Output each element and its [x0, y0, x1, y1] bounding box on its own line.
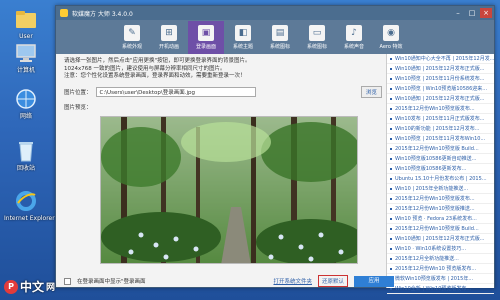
news-item[interactable]: Win10通知 | 2015年12月发布正式版... [387, 64, 494, 74]
desktop-icon-label: 网络 [19, 113, 32, 120]
apply-button[interactable]: 应用 [354, 275, 394, 287]
tab-login-screen[interactable]: ▣ 登录画面 [188, 21, 224, 54]
window-title: 软媒魔方 大师 3.4.0.0 [72, 10, 133, 18]
folder-icon: ▤ [272, 25, 288, 41]
computer-icon [12, 40, 40, 66]
watermark-text-2: 网 [46, 283, 56, 293]
news-item[interactable]: 2015年12月份Win10预览版推送... [387, 204, 494, 214]
instructions: 请选择一张图片，然后点击"应用更换"按钮，即可更换登录界面的背景图片。 1024… [64, 58, 382, 81]
image-path-label: 图片位置： [64, 89, 92, 96]
news-item[interactable]: Win10通知 | 2015年12月发布正式版... [387, 94, 494, 104]
news-item[interactable]: Win10预览 | 2015年11月发布Win10... [387, 134, 494, 144]
bottom-bar: 在登录画面中显示"登录画面 打开系统文件夹 还原默认 应用 [64, 274, 394, 288]
desktop-icon-label: 回收站 [16, 165, 35, 172]
instruction-line: 1024x768 一致的图片，建议使用与屏幕分辨率相同尺寸的图片。 [64, 65, 226, 72]
news-item[interactable]: Win10预览 | 2015年11月份系统发布... [387, 74, 494, 84]
news-item[interactable]: 2015年12月份Win10预览版 Build... [387, 144, 494, 154]
news-item[interactable]: 2015年12月份Win10预览版发布... [387, 104, 494, 114]
minimize-button[interactable]: – [452, 8, 464, 18]
restore-default-button[interactable]: 还原默认 [317, 275, 348, 287]
tab-system-icons[interactable]: ▤ 系统图标 [262, 21, 298, 54]
news-item[interactable]: Win10通知中心大全不再 | 2015年12月发... [387, 54, 494, 64]
watermark-text: 中文 [20, 280, 45, 294]
news-item[interactable]: 2015年12月全新功能推送... [387, 254, 494, 264]
internet-explorer-icon [12, 188, 40, 214]
network-icon [12, 86, 40, 112]
tab-system-sound[interactable]: ♪ 系统声音 [336, 21, 372, 54]
tab-system-icons-2[interactable]: ▭ 系统图标 [299, 21, 335, 54]
desktop-icon-recycle-bin[interactable]: 回收站 [4, 138, 48, 173]
news-item[interactable]: 2015年12月份Win10预览版发布... [387, 194, 494, 204]
news-sidebar: Win10通知中心大全不再 | 2015年12月发... Win10通知 | 20… [386, 54, 494, 294]
news-item[interactable]: 2015年12月份Win10 预览版发布... [387, 264, 494, 274]
open-system-folder-link[interactable]: 打开系统文件夹 [273, 277, 312, 285]
desktop-icon-network[interactable]: 网络 [4, 86, 48, 121]
close-button[interactable]: × [480, 8, 492, 18]
desktop-icon-computer[interactable]: 计算机 [4, 40, 48, 75]
login-screen-icon: ▣ [198, 25, 214, 41]
desktop-icon-label: Internet Explorer [4, 215, 55, 222]
maximize-button[interactable]: □ [466, 8, 478, 18]
tab-label: 系统外观 [121, 44, 142, 50]
windows-logo-icon: ⊞ [161, 25, 177, 41]
tab-label: 系统主题 [232, 44, 253, 50]
desktop-icon: ▭ [309, 25, 325, 41]
news-item[interactable]: Win10全新 | Win10预览版发布... [387, 284, 494, 294]
brush-icon: ✎ [124, 25, 140, 41]
tab-label: 系统图标 [306, 44, 327, 50]
instruction-line: 请选择一张图片，然后点击"应用更换"按钮，即可更换登录界面的背景图片。 [64, 58, 251, 64]
tab-label: 系统声音 [343, 44, 364, 50]
desktop-icon-ie[interactable]: Internet Explorer [4, 188, 55, 223]
tab-aero-effects[interactable]: ◉ Aero 特效 [373, 21, 409, 54]
news-item[interactable]: Win10 · Win10系统设置技巧... [387, 244, 494, 254]
news-item[interactable]: Win10的新功能 | 2015年12月发布... [387, 124, 494, 134]
watermark-logo: P [4, 279, 18, 294]
news-list: Win10通知中心大全不再 | 2015年12月发... Win10通知 | 20… [387, 54, 494, 294]
tab-label: 登录画面 [195, 44, 216, 50]
desktop-icon-label: 计算机 [16, 67, 35, 74]
watermark: P 中文 网 [4, 278, 55, 295]
show-logon-checkbox-label: 在登录画面中显示"登录画面 [77, 279, 146, 285]
tab-label: 开机动画 [158, 44, 179, 50]
tab-system-theme[interactable]: ◧ 系统主题 [225, 21, 261, 54]
browse-button[interactable]: 浏览 [360, 85, 382, 98]
theme-icon: ◧ [235, 25, 251, 41]
image-path-input[interactable]: C:\Users\user\Desktop\登录画面.jpg [95, 86, 256, 97]
news-item[interactable]: 2015年12月份Win10预览版 Build... [387, 224, 494, 234]
tab-label: 系统图标 [269, 44, 290, 50]
news-item[interactable]: Win10预览 | Win10预览版10586迎来... [387, 84, 494, 94]
desktop-icon-user[interactable]: User [4, 6, 48, 41]
news-item[interactable]: 微软Win10预览版发布 | 2015年... [387, 274, 494, 284]
news-item[interactable]: Win10 预览 · Fedora 23系统发布... [387, 214, 494, 224]
image-path-row: 图片位置： C:\Users\user\Desktop\登录画面.jpg 浏览 [64, 85, 382, 98]
news-item[interactable]: Win10 | 2015年全新功能推送... [387, 184, 494, 194]
tab-boot-animation[interactable]: ⊞ 开机动画 [151, 21, 187, 54]
show-logon-checkbox[interactable] [64, 277, 71, 285]
title-bar: 软媒魔方 大师 3.4.0.0 – □ × [56, 6, 494, 20]
news-item[interactable]: Win10发布 | 2015年11月正式版发布... [387, 114, 494, 124]
aero-icon: ◉ [383, 25, 399, 41]
tab-system-appearance[interactable]: ✎ 系统外观 [114, 21, 150, 54]
instruction-line: 注意：您个性化设置系统登录画面，登录界面和动效，需要重新登录一次！ [64, 73, 246, 79]
window-controls: – □ × [452, 8, 494, 18]
login-screen-panel: 请选择一张图片，然后点击"应用更换"按钮，即可更换登录界面的背景图片。 1024… [64, 58, 382, 286]
sound-icon: ♪ [346, 25, 362, 41]
forest-path-image [101, 117, 357, 263]
recycle-bin-icon [12, 138, 40, 164]
main-content: 请选择一张图片，然后点击"应用更换"按钮，即可更换登录界面的背景图片。 1024… [56, 54, 496, 294]
news-item[interactable]: Win10预览版10586更新发布... [387, 164, 494, 174]
user-folder-icon [12, 6, 40, 32]
app-logo-icon [60, 9, 68, 17]
image-preview [100, 116, 358, 264]
toolbar: ✎ 系统外观 ⊞ 开机动画 ▣ 登录画面 ◧ 系统主题 ▤ 系统图标 ▭ 系统图… [56, 20, 494, 54]
app-window: 软媒魔方 大师 3.4.0.0 – □ × ✎ 系统外观 ⊞ 开机动画 ▣ 登录… [55, 5, 496, 294]
news-item[interactable]: Ubuntu 15.10十月份发布公布 | 2015... [387, 174, 494, 184]
preview-label: 图片预览： [64, 104, 92, 111]
tab-label: Aero 特效 [379, 44, 403, 50]
news-item[interactable]: Win10通知 | 2015年12月发布正式版... [387, 234, 494, 244]
news-item[interactable]: Win10预览版10586更新自动推送... [387, 154, 494, 164]
